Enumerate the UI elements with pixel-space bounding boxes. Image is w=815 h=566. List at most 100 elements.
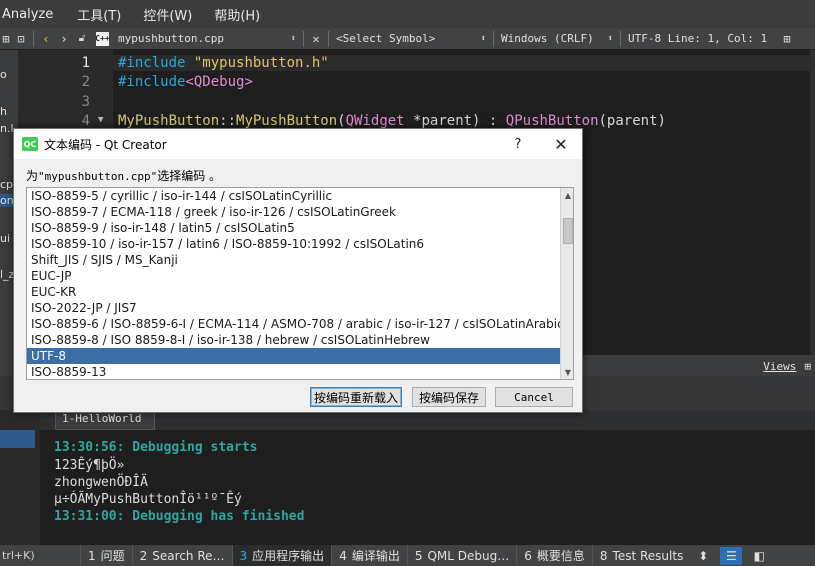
code-editor[interactable]: 1 2 3 4 ▼ #include "mypushbutton.h" #inc… (18, 50, 810, 130)
layout-icon[interactable]: ⊡ (12, 30, 30, 48)
output-tab-application-output[interactable]: 3 应用程序输出 (231, 545, 332, 566)
line-number: 2 (81, 74, 90, 90)
menu-help[interactable]: 帮助(H) (209, 5, 265, 24)
toolbar-separator (303, 30, 304, 47)
sidebar-fragment[interactable]: o (0, 68, 7, 81)
encoding-item[interactable]: ISO-8859-9 / iso-ir-148 / latin5 / csISO… (27, 220, 560, 236)
encoding-position-label[interactable]: UTF-8 Line: 1, Col: 1 (624, 32, 774, 45)
encoding-item[interactable]: ISO-8859-6 / ISO-8859-6-I / ECMA-114 / A… (27, 316, 560, 332)
locator-hint[interactable]: trl+K) (0, 549, 80, 562)
tab-number: 1 (88, 548, 96, 563)
prompt-file-name: "mypushbutton.cpp" (38, 170, 158, 183)
line-ending-selector[interactable]: Windows (CRLF) ⬍ (497, 32, 617, 45)
sidebar-fragment[interactable]: ui (0, 232, 10, 245)
fold-arrow-icon[interactable]: ▼ (98, 115, 103, 125)
scroll-up-icon[interactable]: ▲ (561, 188, 573, 202)
code-line-2: #include<QDebug> (118, 74, 253, 90)
close-document-icon[interactable]: ✕ (307, 30, 325, 48)
scope-operator: :: (219, 113, 237, 129)
status-bar: trl+K) 1 问题 2 Search Re… 3 应用程序输出 4 编译输出 5 QM… (0, 545, 815, 566)
output-line: zhongwenÖÐÎÄ (54, 475, 148, 490)
prompt-prefix: 为 (26, 169, 39, 183)
line-number: 1 (81, 55, 90, 71)
updown-arrow-icon: ⬍ (290, 33, 296, 44)
sidebar-fragment[interactable]: n.l (0, 122, 14, 135)
tab-label: 概要信息 (536, 549, 585, 563)
sidebar-fragment[interactable]: h (0, 105, 7, 118)
file-selector[interactable]: mypushbutton.cpp ⬍ (114, 32, 300, 45)
toolbar-separator (493, 30, 494, 47)
lock-icon[interactable]: 🔓︎ (73, 30, 91, 48)
forward-arrow-icon[interactable]: › (55, 30, 73, 48)
encoding-item[interactable]: EUC-KR (27, 284, 560, 300)
dialog-titlebar: QC 文本编码 - Qt Creator ? ✕ (14, 129, 582, 159)
updown-arrow-icon[interactable]: ⬍ (692, 547, 714, 565)
encoding-item[interactable]: ISO-8859-5 / cyrillic / iso-ir-144 / csI… (27, 188, 560, 204)
output-tab-qml-debugger[interactable]: 5 QML Debug… (406, 545, 516, 566)
toggle-sidebar-icon[interactable]: ◧ (748, 547, 770, 565)
tab-number: 8 (599, 548, 608, 563)
split-icon[interactable]: ⊞ (778, 30, 796, 48)
output-tab-search-results[interactable]: 2 Search Re… (131, 545, 232, 566)
encoding-item-selected[interactable]: UTF-8 (27, 348, 560, 364)
code-line-1: #include "mypushbutton.h" (113, 55, 810, 71)
output-tab-general-messages[interactable]: 6 概要信息 (516, 545, 592, 566)
split-icon[interactable]: ⊞ (0, 30, 12, 48)
prompt-suffix: 选择编码 。 (157, 169, 222, 183)
output-line: 13:31:00: Debugging has finished (54, 509, 305, 524)
param-type: QWidget (345, 113, 405, 129)
updown-arrow-icon: ⬍ (480, 33, 486, 44)
toggle-output-pane-icon[interactable]: ☰ (720, 546, 743, 565)
text-encoding-dialog: QC 文本编码 - Qt Creator ? ✕ 为"mypushbutton.… (13, 128, 583, 413)
split-icon[interactable]: ⊞ (804, 360, 811, 373)
tab-label: 编译输出 (351, 549, 400, 563)
output-tab-test-results[interactable]: 8 Test Results (591, 545, 690, 566)
output-side-selected[interactable] (0, 430, 35, 448)
output-tab-compile-output[interactable]: 4 编译输出 (331, 545, 407, 566)
menu-analyze[interactable]: Analyze (0, 7, 58, 22)
tab-number: 2 (139, 548, 148, 563)
toolbar-separator (328, 30, 329, 47)
encoding-item[interactable]: ISO-8859-10 / iso-ir-157 / latin6 / ISO-… (27, 236, 560, 252)
tab-label: Search Re… (152, 548, 225, 563)
close-button[interactable]: ✕ (540, 129, 582, 159)
encoding-list[interactable]: ISO-8859-5 / cyrillic / iso-ir-144 / csI… (26, 187, 574, 380)
class-name: MyPushButton (118, 113, 220, 129)
file-name: mypushbutton.cpp (118, 32, 224, 45)
help-button[interactable]: ? (507, 129, 529, 159)
dialog-prompt: 为"mypushbutton.cpp"选择编码 。 (26, 167, 221, 184)
line-number: 4 (81, 113, 90, 129)
encoding-item[interactable]: Shift_JIS / SJIS / MS_Kanji (27, 252, 560, 268)
toolbar-separator (33, 30, 34, 47)
param-rest: *parent) : (404, 113, 506, 129)
constructor-name: MyPushButton (236, 113, 338, 129)
symbol-placeholder: <Select Symbol> (336, 32, 436, 45)
symbol-selector[interactable]: <Select Symbol> ⬍ (332, 32, 490, 45)
output-line: 123Êý¶þÖ» (54, 458, 125, 473)
application-output-pane[interactable]: 13:30:56: Debugging starts 123Êý¶þÖ» zho… (40, 430, 815, 545)
scroll-down-icon[interactable]: ▼ (561, 365, 573, 379)
menu-controls[interactable]: 控件(W) (138, 5, 197, 24)
dialog-title: 文本编码 - Qt Creator (44, 137, 167, 152)
tab-label: 应用程序输出 (252, 549, 325, 563)
output-tab-issues[interactable]: 1 问题 (80, 545, 132, 566)
save-with-encoding-button[interactable]: 按编码保存 (412, 387, 486, 407)
encoding-item[interactable]: ISO-8859-7 / ECMA-118 / greek / iso-ir-1… (27, 204, 560, 220)
views-label[interactable]: Views (763, 360, 796, 373)
encoding-item[interactable]: ISO-8859-13 (27, 364, 560, 379)
list-scrollbar[interactable]: ▲ ▼ (560, 188, 573, 379)
scroll-thumb[interactable] (563, 218, 573, 244)
encoding-item[interactable]: EUC-JP (27, 268, 560, 284)
menu-tools[interactable]: 工具(T) (72, 5, 126, 24)
encoding-item[interactable]: ISO-8859-8 / ISO 8859-8-I / iso-ir-138 /… (27, 332, 560, 348)
back-arrow-icon[interactable]: ‹ (37, 30, 55, 48)
include-keyword: #include (118, 55, 186, 71)
base-class: QPushButton (505, 113, 599, 129)
reload-with-encoding-button[interactable]: 按编码重新载入 (310, 387, 402, 407)
include-header: <QDebug> (185, 74, 253, 90)
sidebar-fragment[interactable]: cp (0, 178, 13, 191)
cancel-button[interactable]: Cancel (495, 387, 573, 407)
code-line-4: MyPushButton::MyPushButton(QWidget *pare… (118, 113, 666, 129)
encoding-item[interactable]: ISO-2022-JP / JIS7 (27, 300, 560, 316)
open-paren: ( (337, 113, 346, 129)
